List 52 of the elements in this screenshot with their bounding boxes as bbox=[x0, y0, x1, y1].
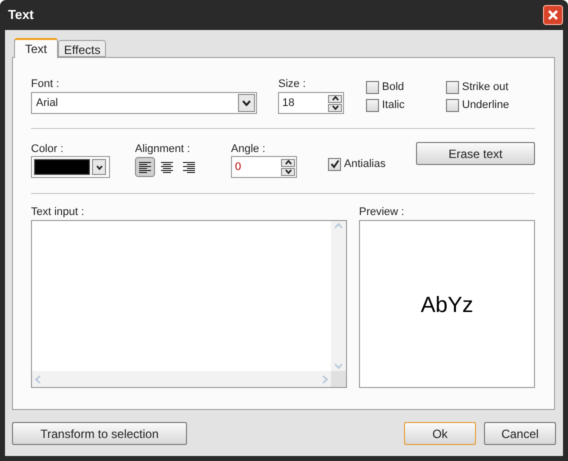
checkbox[interactable] bbox=[366, 99, 379, 112]
font-dropdown[interactable]: Arial bbox=[31, 92, 257, 114]
field-label: Font : bbox=[31, 77, 60, 92]
align-center-icon bbox=[160, 160, 174, 174]
field-label: Size : bbox=[278, 77, 307, 92]
field-label: Preview : bbox=[359, 205, 406, 220]
spin-up-icon[interactable] bbox=[328, 94, 342, 102]
checkbox[interactable] bbox=[446, 80, 459, 94]
close-button[interactable] bbox=[543, 5, 563, 25]
align-left-icon bbox=[138, 160, 152, 174]
align-right-icon bbox=[182, 160, 196, 174]
field-label: Alignment : bbox=[135, 142, 192, 156]
field-label: Text input : bbox=[31, 205, 86, 220]
checkbox[interactable] bbox=[366, 80, 379, 94]
spin-up-icon[interactable] bbox=[281, 158, 295, 166]
align-left-button[interactable] bbox=[135, 157, 155, 177]
checkbox-label: Bold bbox=[382, 80, 404, 95]
scroll-right-icon bbox=[322, 374, 328, 384]
horizontal-scrollbar[interactable] bbox=[32, 371, 331, 387]
tab[interactable]: Text bbox=[14, 38, 58, 58]
number-spinner[interactable]: 0 bbox=[231, 156, 297, 178]
number-spinner[interactable]: 18 bbox=[278, 92, 344, 114]
cancel-button[interactable]: Cancel bbox=[484, 422, 556, 445]
transform-button[interactable]: Transform to selection bbox=[12, 422, 187, 445]
window-title: Text bbox=[8, 6, 34, 24]
spin-down-icon[interactable] bbox=[328, 104, 342, 112]
close-icon bbox=[547, 9, 559, 21]
checkbox-label: Underline bbox=[462, 98, 510, 114]
scroll-up-icon bbox=[334, 223, 343, 229]
dropdown-value: Arial bbox=[36, 96, 58, 111]
field-label: Color : bbox=[31, 142, 64, 156]
preview-text: AbYz bbox=[420, 290, 474, 318]
vertical-scrollbar[interactable] bbox=[331, 221, 346, 371]
spin-down-icon[interactable] bbox=[281, 168, 295, 176]
spinner-value: 18 bbox=[282, 96, 295, 111]
checkbox-label: Strike out bbox=[462, 80, 508, 95]
checkbox-label: Italic bbox=[382, 98, 405, 114]
spinner-value: 0 bbox=[235, 160, 242, 175]
checkbox[interactable] bbox=[328, 158, 341, 171]
dropdown-caret-icon bbox=[92, 159, 106, 175]
erase-text-button[interactable]: Erase text bbox=[416, 142, 535, 165]
color-picker[interactable] bbox=[31, 156, 110, 178]
tab[interactable]: Effects bbox=[58, 40, 106, 57]
text-input-area[interactable] bbox=[31, 220, 347, 388]
dropdown-caret-icon bbox=[238, 94, 255, 112]
checkbox[interactable] bbox=[446, 99, 459, 112]
scroll-down-icon bbox=[334, 363, 343, 369]
ok-button[interactable]: Ok bbox=[404, 422, 476, 445]
field-label: Angle : bbox=[231, 142, 266, 156]
scrollbar-corner bbox=[331, 371, 346, 387]
scroll-left-icon bbox=[35, 374, 41, 384]
checkbox-label: Antialias bbox=[344, 157, 386, 172]
